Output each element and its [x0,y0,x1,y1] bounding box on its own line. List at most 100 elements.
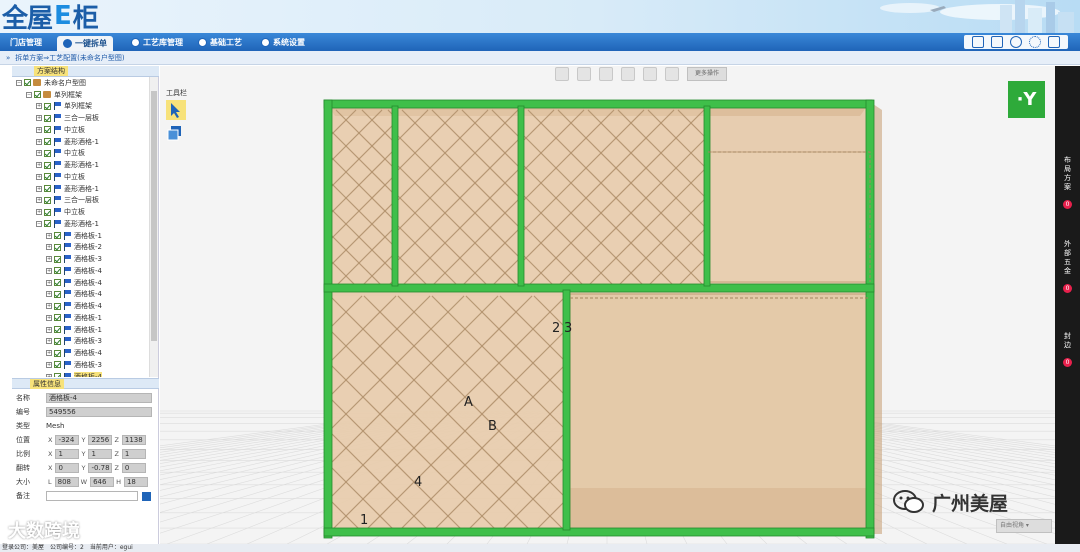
tree-node[interactable]: + 三合一层板 [12,195,149,207]
tree-node[interactable]: + 酒格板-3 [12,253,149,265]
expand-toggle-icon[interactable]: − [26,91,32,98]
tree-node[interactable]: + 酒格板-4 [12,300,149,312]
tree-node[interactable]: + 菱形酒格-1 [12,183,149,195]
position-x-field[interactable]: -324 [55,435,80,445]
tree-node[interactable]: + 酒格板-4 [12,265,149,277]
expand-toggle-icon[interactable]: + [46,244,52,251]
tab-system-settings[interactable]: 系统设置 [255,35,311,50]
checkbox[interactable] [54,302,61,310]
checkbox[interactable] [54,373,61,377]
tab-basic-process[interactable]: 基础工艺 [192,35,248,50]
tree-node[interactable]: + 中立板 [12,124,149,136]
checkbox[interactable] [44,208,51,216]
checkbox[interactable] [54,337,61,345]
checkbox[interactable] [54,232,61,240]
tree-node[interactable]: + 中立板 [12,148,149,160]
tree-node[interactable]: + 单列框架 [12,101,149,113]
expand-toggle-icon[interactable]: + [36,115,42,122]
rotation-z-field[interactable]: 0 [121,463,146,473]
rotation-y-field[interactable]: -0.78 [88,463,113,473]
tree-node[interactable]: + 酒格板-4 [12,277,149,289]
expand-toggle-icon[interactable]: + [46,326,52,333]
checkbox[interactable] [44,138,51,146]
scale-y-field[interactable]: 1 [88,449,113,459]
tree-node[interactable]: + 酒格板-4 [12,347,149,359]
checkbox[interactable] [44,126,51,134]
scale-z-field[interactable]: 1 [121,449,146,459]
tree-node[interactable]: + 酒格板-3 [12,359,149,371]
cabinet-3d-model[interactable]: AB 1 2 3 4 [160,66,1055,544]
tree-node[interactable]: + 酒格板-4 [12,371,149,377]
more-operations-button[interactable]: 更多操作 [687,67,727,81]
checkbox[interactable] [54,326,61,334]
document-icon[interactable] [972,36,984,48]
checkbox[interactable] [34,91,41,99]
tree-node[interactable]: + 酒格板-1 [12,230,149,242]
view-mode-select[interactable]: 自由视角 ▾ [996,519,1052,533]
size-h-field[interactable]: 18 [123,477,148,487]
layout-scheme-section[interactable]: 布局方案 [1055,156,1080,192]
expand-toggle-icon[interactable]: + [36,197,42,204]
expand-toggle-icon[interactable]: + [46,338,52,345]
edge-banding-section[interactable]: 封边 [1055,332,1080,350]
expand-toggle-icon[interactable]: + [46,256,52,263]
code-field[interactable]: 549556 [46,407,152,417]
tree-node[interactable]: − 菱形酒格-1 [12,218,149,230]
tab-one-click-split[interactable]: 一键拆单 [57,36,113,51]
checkbox[interactable] [54,290,61,298]
tree-node[interactable]: + 酒格板-1 [12,312,149,324]
tree-node[interactable]: − 未命名户型图 [12,77,149,89]
tree-node[interactable]: + 酒格板-1 [12,324,149,336]
tree-node[interactable]: − 单列框架 [12,89,149,101]
checkbox[interactable] [24,79,31,87]
expand-toggle-icon[interactable]: + [46,279,52,286]
checkbox[interactable] [44,161,51,169]
copy-icon[interactable] [166,124,186,142]
checkbox[interactable] [44,114,51,122]
checkbox[interactable] [44,149,51,157]
name-field[interactable]: 酒格板-4 [46,393,152,403]
help-icon[interactable] [1010,36,1022,48]
breadcrumb-text[interactable]: 拆单方案⇒工艺配置(未命名户型图) [15,53,124,63]
expand-toggle-icon[interactable]: − [16,79,22,86]
tree-scrollbar[interactable] [149,77,158,377]
tree-node[interactable]: + 中立板 [12,206,149,218]
tree-node[interactable]: + 酒格板-3 [12,336,149,348]
expand-toggle-icon[interactable]: − [36,220,42,227]
expand-toggle-icon[interactable]: + [46,314,52,321]
settings-icon[interactable] [1029,36,1041,48]
checkbox[interactable] [54,361,61,369]
select-arrow-icon[interactable] [166,100,186,120]
checkbox[interactable] [44,173,51,181]
position-z-field[interactable]: 1138 [121,435,146,445]
flash-icon[interactable] [665,67,679,81]
expand-toggle-icon[interactable]: + [46,291,52,298]
size-l-field[interactable]: 808 [54,477,79,487]
position-y-field[interactable]: 2256 [88,435,113,445]
scale-x-field[interactable]: 1 [55,449,80,459]
expand-toggle-icon[interactable]: + [46,350,52,357]
tree-node[interactable]: + 三合一层板 [12,112,149,124]
expand-toggle-icon[interactable]: + [36,185,42,192]
expand-toggle-icon[interactable]: + [46,361,52,368]
tree-node[interactable]: + 酒格板-2 [12,242,149,254]
tab-process-library[interactable]: 工艺库管理 [125,35,189,50]
checkbox[interactable] [44,196,51,204]
checkbox[interactable] [44,102,51,110]
expand-toggle-icon[interactable]: + [36,103,42,110]
fullscreen-icon[interactable] [643,67,657,81]
tree-node[interactable]: + 菱形酒格-1 [12,136,149,148]
y-axis-button[interactable]: ·Y [1008,81,1045,118]
calendar-icon[interactable] [991,36,1003,48]
checkbox[interactable] [54,279,61,287]
note-field[interactable] [46,491,138,501]
tree-node[interactable]: + 菱形酒格-1 [12,159,149,171]
rotation-x-field[interactable]: 0 [55,463,80,473]
expand-toggle-icon[interactable]: + [36,126,42,133]
expand-toggle-icon[interactable]: + [46,373,52,377]
checkbox[interactable] [54,255,61,263]
checkbox[interactable] [54,349,61,357]
expand-toggle-icon[interactable]: + [36,209,42,216]
expand-toggle-icon[interactable]: + [36,173,42,180]
size-w-field[interactable]: 646 [90,477,115,487]
